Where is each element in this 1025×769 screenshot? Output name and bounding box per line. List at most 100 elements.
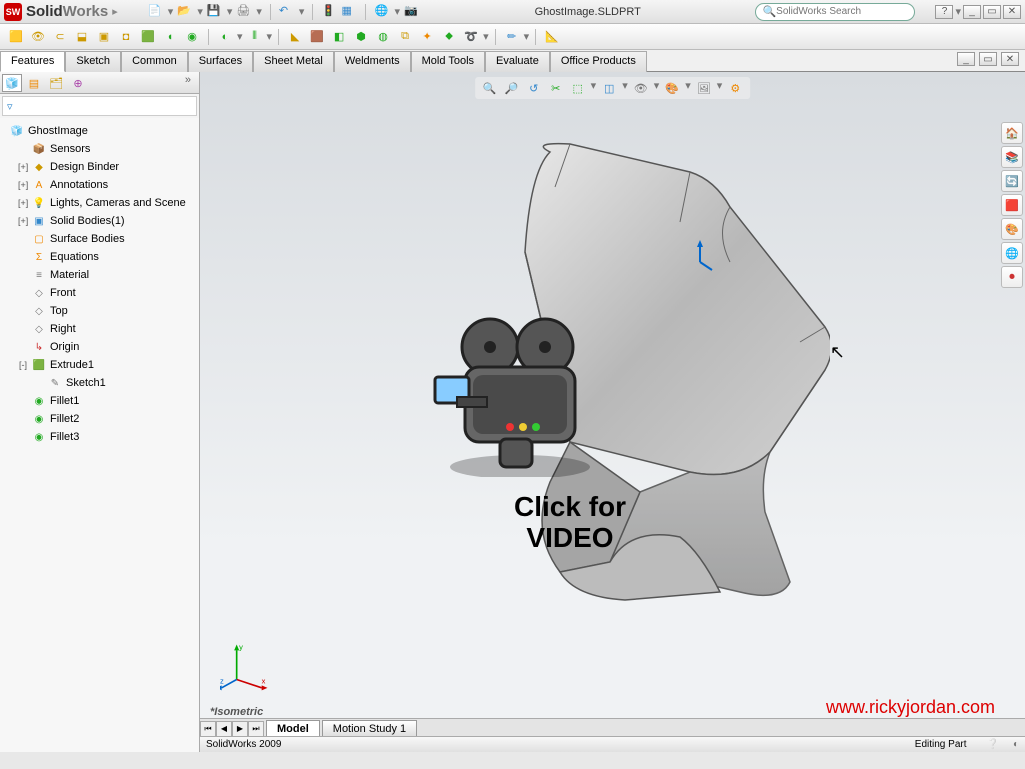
graphics-viewport[interactable]: 🔍 🔎 ↺ ✂ ⬚▾ ◫▾ 👁▾ 🎨▾ 🖼▾ ⚙ 🏠 📚 🔄 🟥 🎨 🌐 ⏺ [200, 72, 1025, 752]
mdi-minimize-button[interactable]: _ [957, 52, 975, 66]
search-box[interactable]: 🔍 [755, 3, 915, 21]
configuration-tab[interactable]: 🗂 [46, 74, 66, 92]
tree-item[interactable]: ◉Fillet3 [2, 428, 197, 446]
panel-collapse-icon[interactable]: » [179, 74, 197, 91]
curves-icon[interactable]: ➰ [461, 27, 481, 47]
tree-item[interactable]: ◉Fillet1 [2, 392, 197, 410]
feature-icon[interactable]: ◘ [116, 27, 136, 47]
print-icon[interactable]: 🖨 [236, 4, 252, 20]
sweep-icon[interactable]: ⊂ [50, 27, 70, 47]
tab-model[interactable]: Model [266, 720, 320, 738]
tab-common[interactable]: Common [121, 51, 188, 72]
tree-item[interactable]: ▢Surface Bodies [2, 230, 197, 248]
menu-dropdown-icon[interactable]: ▸ [112, 5, 118, 18]
tab-weldments[interactable]: Weldments [334, 51, 411, 72]
boundary-icon[interactable]: ▣ [94, 27, 114, 47]
rib-icon[interactable]: ◣ [285, 27, 305, 47]
rebuild-icon[interactable]: ▦ [341, 4, 357, 20]
fillet-icon[interactable]: ◐ [215, 27, 235, 47]
tree-item[interactable]: ✎Sketch1 [2, 374, 197, 392]
tab-surfaces[interactable]: Surfaces [188, 51, 253, 72]
tree-item[interactable]: ◇Top [2, 302, 197, 320]
search-input[interactable] [776, 6, 908, 17]
tab-nav-prev[interactable]: ◀ [216, 721, 232, 737]
extrude-cut-icon[interactable]: 🟩 [138, 27, 158, 47]
undo-icon[interactable]: ↶ [279, 4, 295, 20]
tree-item[interactable]: [+]▣Solid Bodies(1) [2, 212, 197, 230]
tree-item[interactable]: [+]◆Design Binder [2, 158, 197, 176]
shell-icon[interactable]: 🟫 [307, 27, 327, 47]
tab-office-products[interactable]: Office Products [550, 51, 647, 72]
save-icon[interactable]: 💾 [207, 4, 223, 20]
view-orientation-icon[interactable]: ⬚ [569, 79, 587, 97]
tree-item[interactable]: ◉Fillet2 [2, 410, 197, 428]
revolve-cut-icon[interactable]: ◖ [160, 27, 180, 47]
instant3d-icon[interactable]: ✏ [502, 27, 522, 47]
status-rebuild-icon[interactable]: ◐ [1013, 739, 1019, 750]
tab-sketch[interactable]: Sketch [65, 51, 121, 72]
new-icon[interactable]: 📄 [148, 4, 164, 20]
record-icon[interactable]: ⏺ [1001, 266, 1023, 288]
draft-icon[interactable]: ◧ [329, 27, 349, 47]
options-icon[interactable]: 🌐 [374, 4, 390, 20]
tree-item[interactable]: [-]🟩Extrude1 [2, 356, 197, 374]
hide-show-icon[interactable]: 👁 [632, 79, 650, 97]
tree-filter-input[interactable]: ▿ [2, 96, 197, 116]
tab-nav-first[interactable]: ⏮ [200, 721, 216, 737]
revolve-boss-icon[interactable]: 👁 [28, 27, 48, 47]
orientation-triad[interactable]: y x z [220, 642, 270, 692]
intersect-icon[interactable]: ✦ [417, 27, 437, 47]
scene-icon[interactable]: 🖼 [695, 79, 713, 97]
tab-features[interactable]: Features [0, 51, 65, 72]
wrap-icon[interactable]: ◍ [373, 27, 393, 47]
design-library-icon[interactable]: 📚 [1001, 146, 1023, 168]
open-icon[interactable]: 📂 [177, 4, 193, 20]
close-button[interactable]: ✕ [1003, 5, 1021, 19]
zoom-fit-icon[interactable]: 🔍 [481, 79, 499, 97]
expander-icon[interactable]: [+] [18, 216, 28, 226]
view-palette-icon[interactable]: 🟥 [1001, 194, 1023, 216]
traffic-icon[interactable]: 🚦 [321, 4, 337, 20]
minimize-button[interactable]: _ [963, 5, 981, 19]
expander-icon[interactable]: [+] [18, 180, 28, 190]
tree-item[interactable]: ◇Right [2, 320, 197, 338]
resources-icon[interactable]: 🏠 [1001, 122, 1023, 144]
appearance-icon[interactable]: 🎨 [663, 79, 681, 97]
tree-root[interactable]: 🧊 GhostImage [2, 122, 197, 140]
pattern-icon[interactable]: ⦀ [245, 27, 265, 47]
tree-item[interactable]: [+]💡Lights, Cameras and Scene [2, 194, 197, 212]
measure-icon[interactable]: 📐 [542, 27, 562, 47]
loft-icon[interactable]: ⬓ [72, 27, 92, 47]
mirror-icon[interactable]: ⧉ [395, 27, 415, 47]
appearances-icon[interactable]: 🎨 [1001, 218, 1023, 240]
help-button[interactable]: ? [935, 5, 953, 19]
dimxpert-tab[interactable]: ⊕ [68, 74, 88, 92]
display-style-icon[interactable]: ◫ [600, 79, 618, 97]
mdi-close-button[interactable]: ✕ [1001, 52, 1019, 66]
tab-mold-tools[interactable]: Mold Tools [411, 51, 485, 72]
property-manager-tab[interactable]: ▤ [24, 74, 44, 92]
previous-view-icon[interactable]: ↺ [525, 79, 543, 97]
expander-icon[interactable]: [-] [18, 360, 28, 370]
tree-item[interactable]: ↳Origin [2, 338, 197, 356]
tree-item[interactable]: ◇Front [2, 284, 197, 302]
section-view-icon[interactable]: ✂ [547, 79, 565, 97]
tab-sheet-metal[interactable]: Sheet Metal [253, 51, 334, 72]
ref-geom-icon[interactable]: ⬥ [439, 27, 459, 47]
maximize-button[interactable]: ▭ [983, 5, 1001, 19]
view-settings-icon[interactable]: ⚙ [726, 79, 744, 97]
hole-icon[interactable]: ◉ [182, 27, 202, 47]
status-help-icon[interactable]: ❔ [987, 739, 999, 750]
feature-tree-tab[interactable]: 🧊 [2, 74, 22, 92]
dome-icon[interactable]: ⬢ [351, 27, 371, 47]
tree-item[interactable]: ΣEquations [2, 248, 197, 266]
file-explorer-icon[interactable]: 🔄 [1001, 170, 1023, 192]
custom-props-icon[interactable]: 🌐 [1001, 242, 1023, 264]
mdi-restore-button[interactable]: ▭ [979, 52, 997, 66]
tab-evaluate[interactable]: Evaluate [485, 51, 550, 72]
tree-item[interactable]: ≡Material [2, 266, 197, 284]
tree-item[interactable]: 📦Sensors [2, 140, 197, 158]
extrude-boss-icon[interactable]: 🟨 [6, 27, 26, 47]
expander-icon[interactable]: [+] [18, 198, 28, 208]
expander-icon[interactable]: [+] [18, 162, 28, 172]
